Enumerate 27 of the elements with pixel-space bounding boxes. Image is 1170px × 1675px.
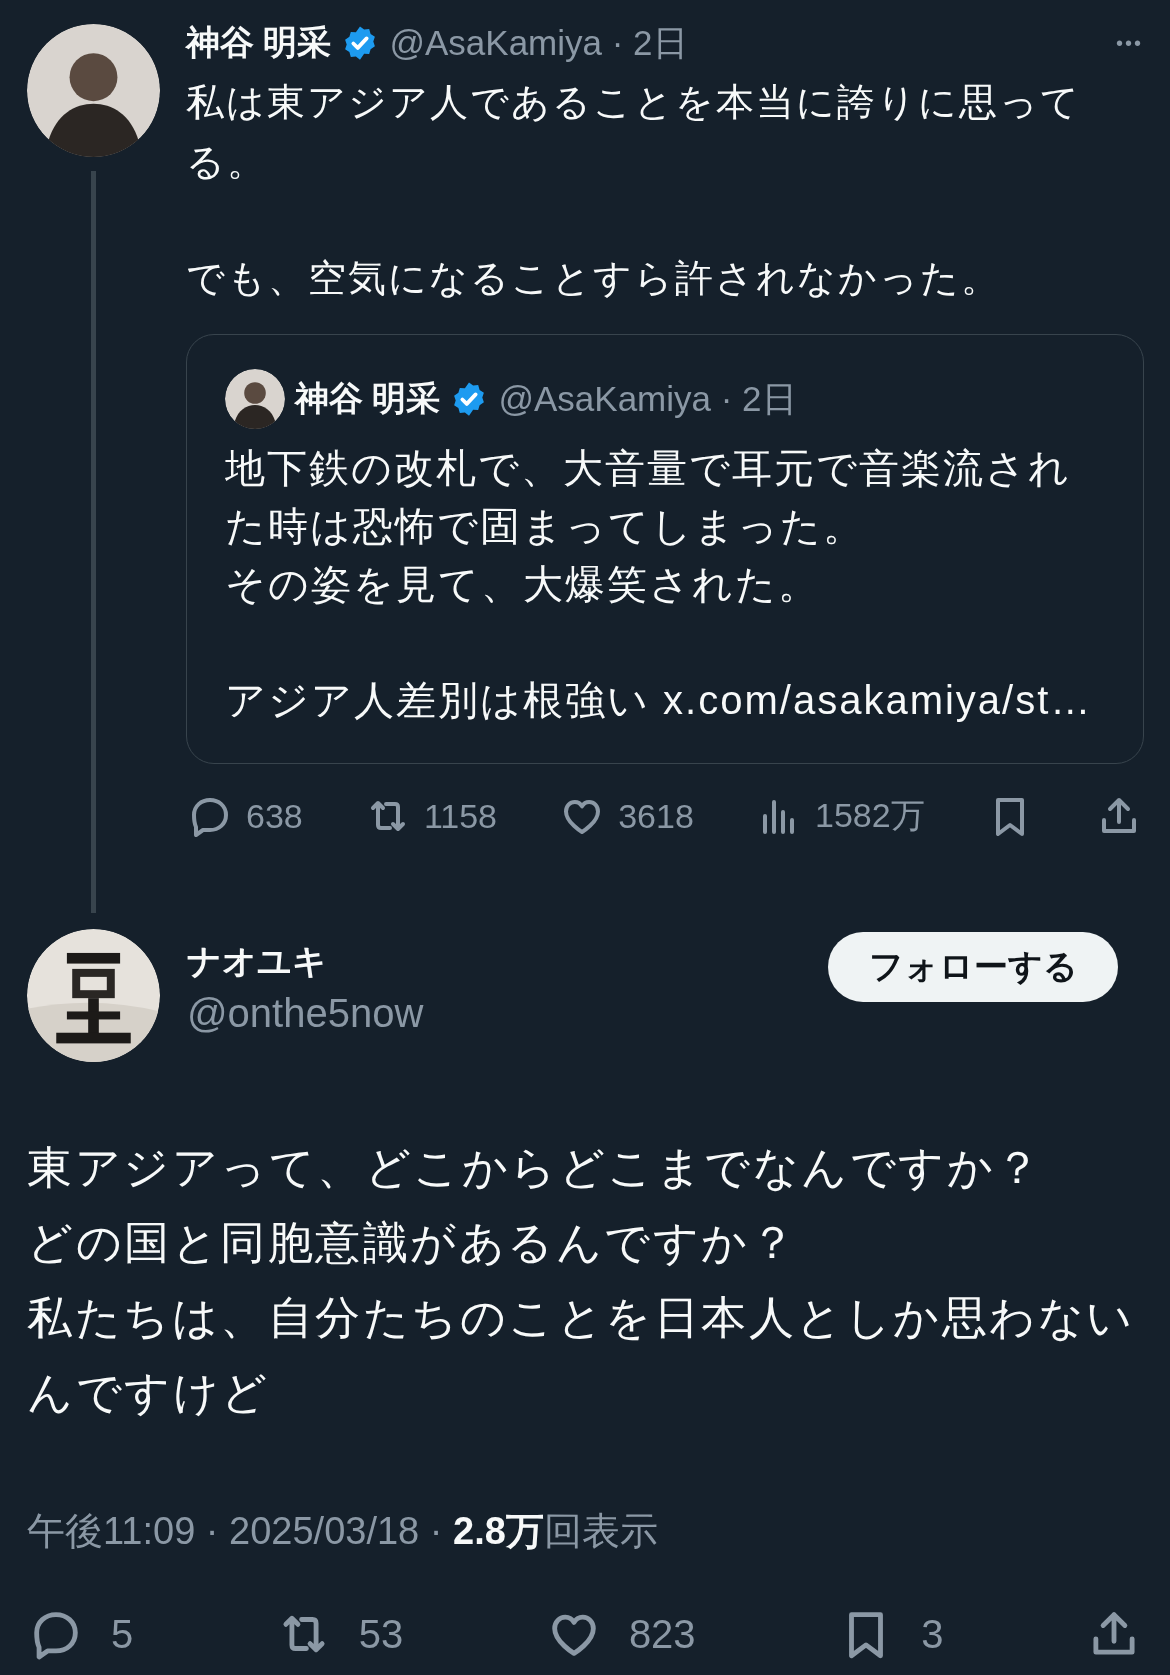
action-count: 638 xyxy=(246,796,303,836)
user-name: 神谷 明采 xyxy=(295,378,441,419)
action-count: 1582万 xyxy=(815,795,925,836)
quote-text: 地下鉄の改札で、大音量で耳元で音楽流された時は恐怖で固まってしまった。 xyxy=(225,445,1072,550)
user-name: 神谷 明采 xyxy=(186,22,332,63)
tweet-text: 私たちは、自分たちのことを日本人としか思わないんですけど xyxy=(27,1291,1136,1420)
tweet-text: 私は東アジア人であることを本当に誇りに思ってる。 xyxy=(186,80,1082,185)
action-count: 3 xyxy=(921,1611,944,1657)
quote-text: その姿を見て、大爆笑された。 xyxy=(225,561,821,608)
tweet-text: どの国と同胞意識があるんですか？ xyxy=(27,1216,798,1270)
quote-text: アジア人差別は根強い x.com/asakamiya/st… xyxy=(225,677,1085,724)
action-count: 1158 xyxy=(423,796,498,836)
action-count: 5 xyxy=(111,1611,134,1657)
follow-button[interactable]: フォローする xyxy=(828,932,1118,1002)
action-count: 53 xyxy=(358,1611,404,1657)
tweet-info: 午後11:09 · 2025/03/18 · 2.8万回表示 xyxy=(27,1509,659,1554)
tweet-text: でも、空気になることすら許されなかった。 xyxy=(186,256,1002,301)
handle-time: @AsaKamiya · 2日 xyxy=(389,21,688,64)
user-handle: @onthe5now xyxy=(187,991,425,1036)
handle-time: @AsaKamiya · 2日 xyxy=(498,377,797,420)
tweet-text: 東アジアって、どこからどこまでなんですか？ xyxy=(27,1141,1044,1195)
quote-card[interactable]: 神谷 明采 @AsaKamiya · 2日 地下鉄の改札で、大音量で耳元で音楽流された時は恐怖で固まってしまった。 その姿を見て、大爆笑された。 アジア人差別は根強い x.com/asakamiya/st… xyxy=(186,334,1144,764)
action-count: 3618 xyxy=(618,796,694,836)
avatar xyxy=(225,369,285,429)
action-count: 823 xyxy=(628,1611,696,1657)
more-button[interactable]: ••• xyxy=(1116,31,1143,55)
user-name: ナオユキ xyxy=(187,941,328,982)
